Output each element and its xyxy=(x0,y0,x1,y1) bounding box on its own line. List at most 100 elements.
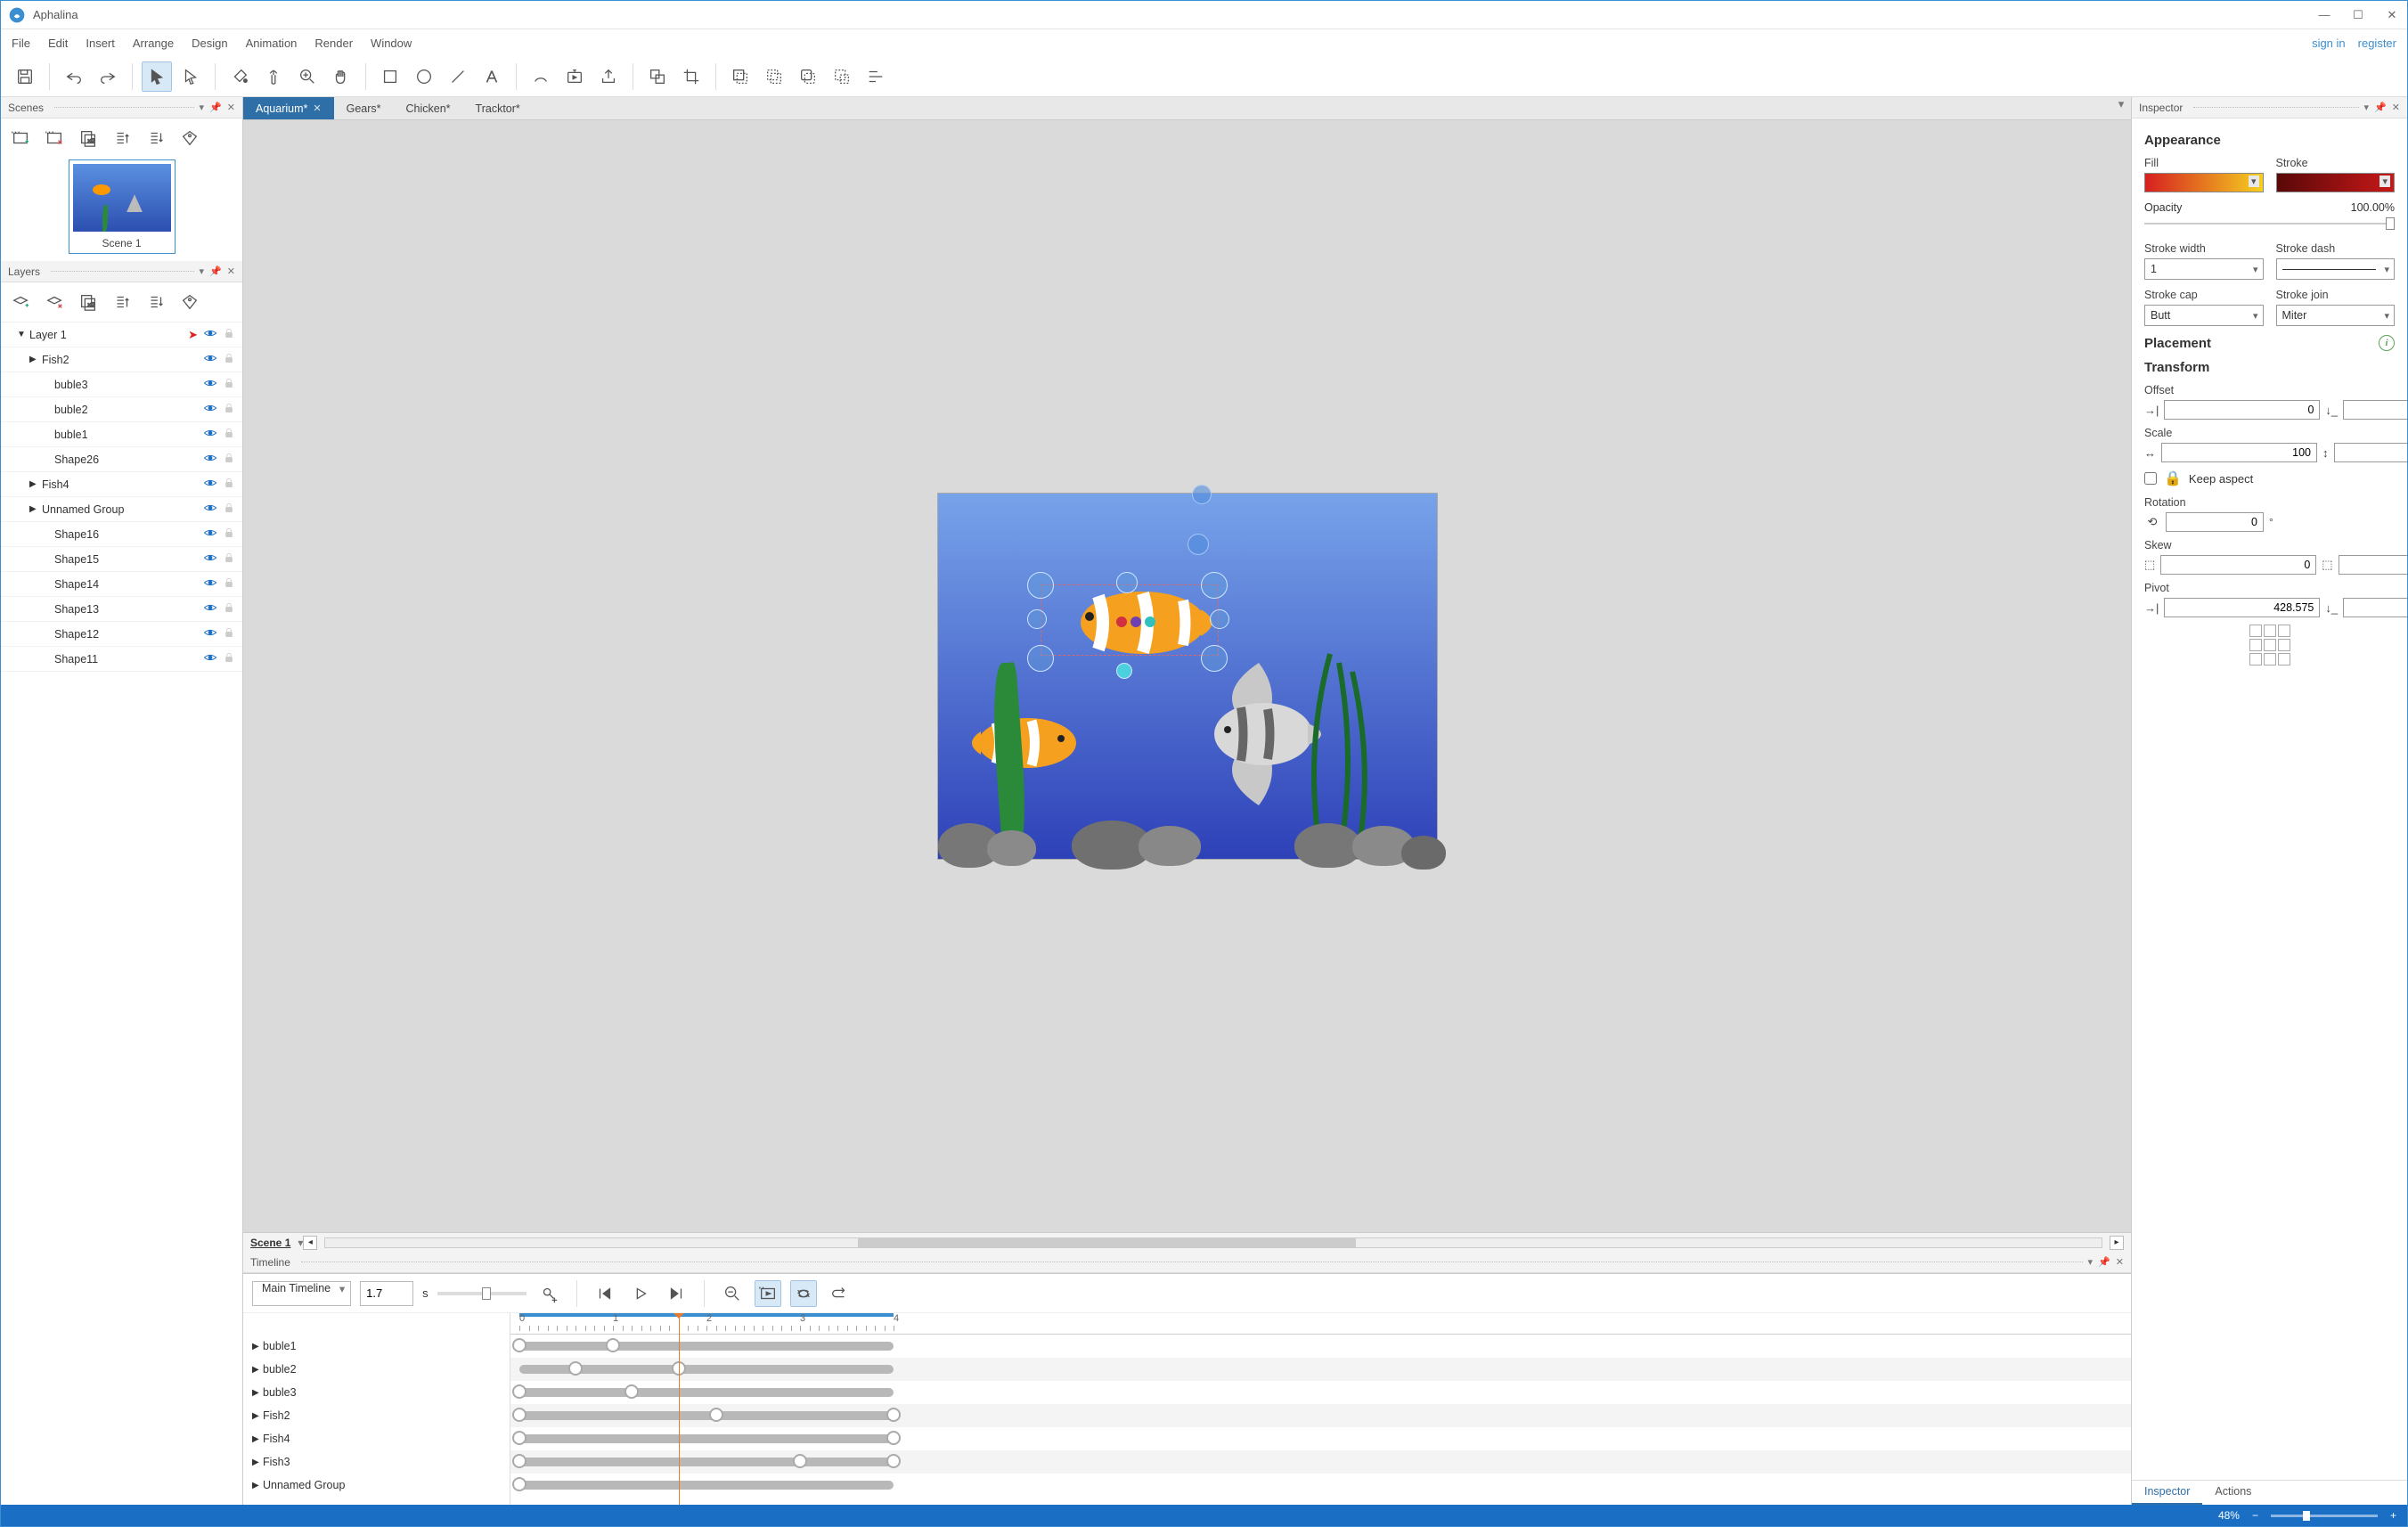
duplicate-scene-icon[interactable]: ×2 xyxy=(76,126,101,151)
panel-close-icon[interactable]: ✕ xyxy=(227,102,235,113)
layer-row[interactable]: ▶Fish4 xyxy=(1,472,242,497)
scroll-left-icon[interactable]: ◂ xyxy=(303,1236,317,1250)
skew-x-input[interactable] xyxy=(2160,555,2316,575)
keyframe[interactable] xyxy=(512,1408,526,1422)
keyframe[interactable] xyxy=(512,1477,526,1491)
tab-tracktor[interactable]: Tracktor* xyxy=(463,97,533,119)
panel-dropdown-icon[interactable]: ▾ xyxy=(200,102,205,113)
skew-y-input[interactable] xyxy=(2339,555,2407,575)
rect-icon[interactable] xyxy=(375,61,405,92)
panel-close-icon[interactable]: ✕ xyxy=(2392,102,2400,113)
lock-icon[interactable] xyxy=(223,527,235,542)
layer-row[interactable]: Shape16 xyxy=(1,522,242,547)
scale-y-input[interactable] xyxy=(2334,443,2408,462)
export-icon[interactable] xyxy=(593,61,624,92)
expand-icon[interactable]: ▶ xyxy=(252,1342,263,1351)
layer-row[interactable]: buble3 xyxy=(1,372,242,397)
panel-pin-icon[interactable]: 📌 xyxy=(209,102,222,113)
timeline-track-row[interactable]: ▶Unnamed Group xyxy=(243,1474,510,1497)
timeline-playhead[interactable] xyxy=(679,1313,680,1505)
keyframe[interactable] xyxy=(886,1431,901,1445)
canvas-viewport[interactable] xyxy=(243,120,2131,1232)
opacity-slider[interactable] xyxy=(2144,217,2395,230)
ellipse-icon[interactable] xyxy=(409,61,439,92)
horizontal-scrollbar[interactable] xyxy=(324,1237,2102,1248)
info-icon[interactable]: i xyxy=(2379,335,2395,351)
visibility-icon[interactable] xyxy=(203,326,217,343)
expand-icon[interactable]: ▶ xyxy=(29,504,42,514)
expand-icon[interactable]: ▶ xyxy=(252,1481,263,1490)
timeline-lane[interactable] xyxy=(510,1381,2131,1404)
lock-icon[interactable] xyxy=(223,626,235,641)
boolean-intersect-icon[interactable] xyxy=(793,61,823,92)
hand-icon[interactable] xyxy=(326,61,356,92)
selection-handle[interactable] xyxy=(1027,645,1054,672)
signin-link[interactable]: sign in xyxy=(2312,37,2346,50)
keyframe[interactable] xyxy=(886,1454,901,1468)
play-icon[interactable] xyxy=(627,1280,654,1307)
tag-icon[interactable] xyxy=(177,126,202,151)
lock-icon[interactable] xyxy=(223,377,235,392)
timeline-track-row[interactable]: ▶Fish4 xyxy=(243,1427,510,1450)
expand-icon[interactable]: ▶ xyxy=(252,1411,263,1421)
visibility-icon[interactable] xyxy=(203,501,217,518)
layer-row[interactable]: buble2 xyxy=(1,397,242,422)
rotation-handle[interactable] xyxy=(1116,663,1132,679)
visibility-icon[interactable] xyxy=(203,576,217,592)
menu-window[interactable]: Window xyxy=(371,37,412,50)
delete-layer-icon[interactable] xyxy=(42,290,67,314)
reorder-up-icon[interactable] xyxy=(110,290,135,314)
timeline-ruler[interactable]: 01234 xyxy=(510,1313,2131,1335)
maximize-button[interactable]: ☐ xyxy=(2350,8,2366,22)
expand-icon[interactable]: ▶ xyxy=(252,1458,263,1467)
minimize-button[interactable]: — xyxy=(2316,8,2332,22)
selection-handle[interactable] xyxy=(1210,609,1229,629)
expand-icon[interactable]: ▶ xyxy=(29,479,42,489)
align-icon[interactable] xyxy=(861,61,891,92)
media-icon[interactable] xyxy=(559,61,590,92)
lock-icon[interactable] xyxy=(223,576,235,592)
lock-icon[interactable] xyxy=(223,327,235,342)
timeline-lane[interactable] xyxy=(510,1450,2131,1474)
scroll-right-icon[interactable]: ▸ xyxy=(2110,1236,2124,1250)
timeline-track-row[interactable]: ▶Fish2 xyxy=(243,1404,510,1427)
lock-icon[interactable] xyxy=(223,651,235,666)
stroke-width-combo[interactable]: 1 xyxy=(2144,258,2264,280)
timeline-lane[interactable] xyxy=(510,1335,2131,1358)
undo-icon[interactable] xyxy=(59,61,89,92)
layer-row[interactable]: Shape12 xyxy=(1,622,242,647)
selection-handle[interactable] xyxy=(1116,572,1138,593)
pivot-marker[interactable] xyxy=(1116,617,1127,627)
scene-thumbnail[interactable]: Scene 1 xyxy=(69,159,175,254)
tab-aquarium[interactable]: Aquarium*✕ xyxy=(243,97,334,119)
keyframe[interactable] xyxy=(512,1384,526,1399)
timeline-track-row[interactable]: ▶buble2 xyxy=(243,1358,510,1381)
fill-swatch[interactable] xyxy=(2144,173,2264,192)
add-scene-icon[interactable] xyxy=(8,126,33,151)
rock-shape[interactable] xyxy=(1139,826,1201,866)
line-icon[interactable] xyxy=(443,61,473,92)
reorder-down-icon[interactable] xyxy=(143,290,168,314)
keyframe[interactable] xyxy=(512,1338,526,1352)
visibility-icon[interactable] xyxy=(203,600,217,617)
add-layer-icon[interactable] xyxy=(8,290,33,314)
reorder-up-icon[interactable] xyxy=(110,126,135,151)
panel-pin-icon[interactable]: 📌 xyxy=(2098,1256,2110,1268)
menu-render[interactable]: Render xyxy=(314,37,353,50)
stroke-cap-combo[interactable]: Butt xyxy=(2144,305,2264,326)
timeline-lane[interactable] xyxy=(510,1358,2131,1381)
close-icon[interactable]: ✕ xyxy=(313,102,321,114)
visibility-icon[interactable] xyxy=(203,551,217,568)
rock-shape[interactable] xyxy=(987,830,1036,866)
add-key-icon[interactable] xyxy=(535,1280,562,1307)
zoom-icon[interactable] xyxy=(292,61,322,92)
menu-file[interactable]: File xyxy=(12,37,30,50)
reorder-down-icon[interactable] xyxy=(143,126,168,151)
duplicate-layer-icon[interactable]: ×2 xyxy=(76,290,101,314)
boolean-union-icon[interactable] xyxy=(725,61,755,92)
zoom-slider[interactable] xyxy=(2271,1515,2378,1517)
offset-y-input[interactable] xyxy=(2343,400,2407,420)
panel-close-icon[interactable]: ✕ xyxy=(227,265,235,277)
visibility-icon[interactable] xyxy=(203,376,217,393)
expand-icon[interactable]: ▶ xyxy=(252,1388,263,1398)
